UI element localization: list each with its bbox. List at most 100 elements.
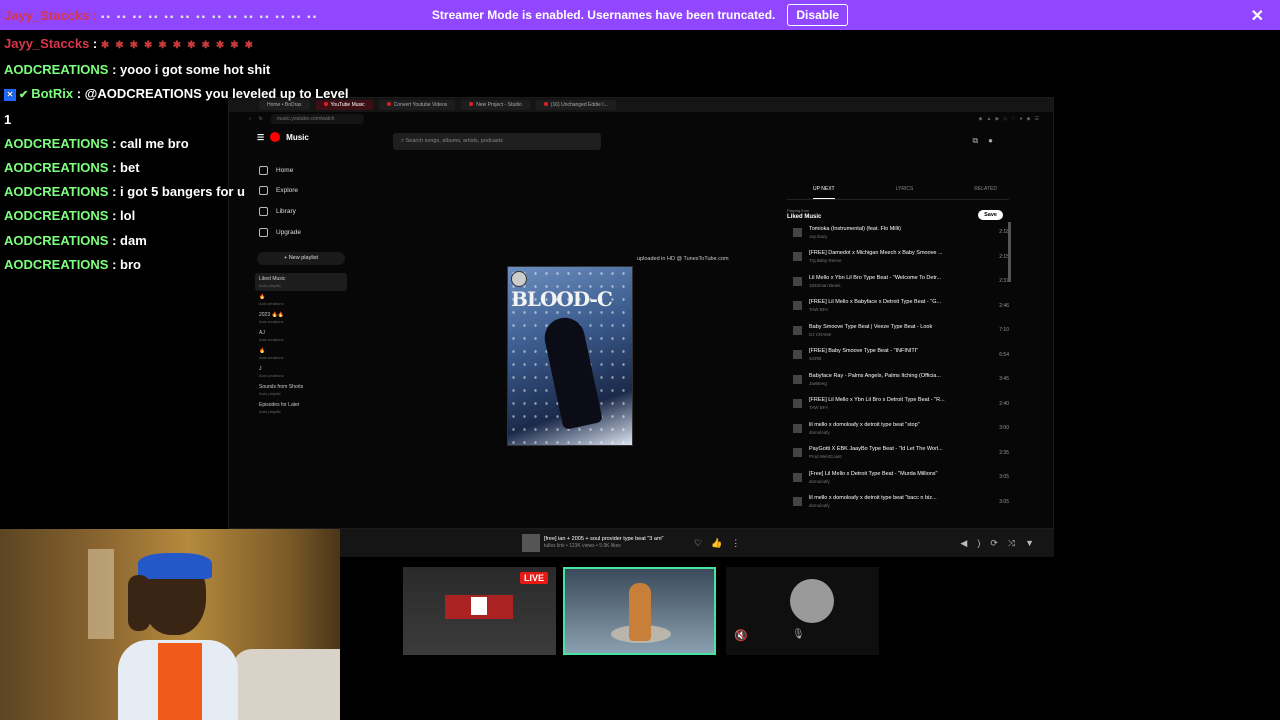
queue-item[interactable]: [Free] Lil Mello x Detroit Type Beat - "…	[787, 465, 1009, 490]
banner-message: Streamer Mode is enabled. Usernames have…	[431, 8, 776, 22]
browser-tab-active[interactable]: YouTube Music	[315, 100, 373, 110]
queue-duration: 6:54	[999, 351, 1009, 358]
queue-thumbnail	[793, 301, 802, 311]
now-playing-thumbnail[interactable]	[522, 534, 540, 552]
chat-line: ✕ ✔ BotRix : @AODCREATIONS you leveled up …	[4, 82, 348, 107]
queue-artist: domoloafy	[809, 478, 830, 484]
queue-duration: 2:18	[999, 229, 1009, 236]
webcam-feed	[0, 529, 340, 720]
queue-item[interactable]: Baby Smoove Type Beat | Veeze Type Beat …	[787, 318, 1009, 343]
extension-icons[interactable]: ◆▲▶◇♡●◆☰	[979, 116, 1043, 122]
queue-duration: 3:45	[999, 376, 1009, 383]
save-button[interactable]: Save	[978, 210, 1003, 220]
stream-card-selected[interactable]	[563, 567, 716, 655]
chat-username: AODCREATIONS	[4, 184, 109, 200]
queue-scrollbar[interactable]	[1008, 222, 1011, 282]
search-input[interactable]: ⌕ Search songs, albums, artists, podcast…	[393, 133, 601, 150]
queue-artist: TAW BFA	[809, 307, 829, 313]
chat-line: AODCREATIONS : yooo i got some hot shit	[4, 58, 324, 82]
queue-item[interactable]: Babyface Ray - Palms Angels, Palms Itchi…	[787, 367, 1009, 392]
queue-item[interactable]: [FREE] Damedot x Michigan Meech x Baby S…	[787, 245, 1009, 270]
now-playing-title[interactable]: [free] ian + 2005 + soul provider type b…	[544, 536, 694, 543]
queue-thumbnail	[793, 227, 802, 237]
queue-title: Tomioka (Instrumental) (feat. Flo Milli)	[809, 225, 901, 232]
queue-thumbnail	[793, 325, 802, 335]
queue-item[interactable]: Tomioka (Instrumental) (feat. Flo Milli)…	[787, 220, 1009, 245]
queue-artist: TAW BFA	[809, 405, 829, 411]
header-icons[interactable]: ⧉●	[972, 136, 1003, 146]
chat-line: AODCREATIONS : lol	[4, 204, 324, 228]
check-badge-icon: ✔	[19, 89, 29, 102]
queue-title: [FREE] Lil Mello x Babyface x Detroit Ty…	[809, 299, 942, 306]
chat-message: : @AODCREATIONS you leveled up to Level	[73, 86, 349, 102]
queue-thumbnail	[793, 497, 802, 507]
queue-duration: 3:00	[999, 425, 1009, 432]
tab-related[interactable]: RELATED	[974, 186, 997, 199]
playlist-item[interactable]: AJ Aod creations	[255, 327, 350, 345]
album-seal	[511, 271, 527, 287]
queue-item[interactable]: [FREE] Baby Smoove Type Beat - "INFINITI…	[787, 343, 1009, 368]
playlist-item[interactable]: 2023 🔥🔥 Aod creations	[255, 309, 350, 327]
chevron-down-icon: ▼	[1025, 537, 1044, 548]
queue-title: lil mello x domoloafy x detroit type bea…	[809, 495, 937, 502]
playlist-item[interactable]: 🔥 Aod creations	[255, 291, 350, 309]
disable-button[interactable]: Disable	[787, 4, 849, 26]
bot-badge-icon: ✕	[4, 88, 16, 101]
chat-message: : bet	[108, 160, 140, 176]
queue-thumbnail	[793, 472, 802, 482]
queue-artist: domoloafy	[809, 429, 830, 435]
queue-item[interactable]: lil mello x domoloafy x detroit type bea…	[787, 416, 1009, 441]
queue-artist: Prod.WestCoast	[809, 454, 842, 460]
queue-title: PayGotti X EBK JaayBo Type Beat - "Id Le…	[809, 446, 943, 453]
queue-title: Babyface Ray - Palms Angels, Palms Itchi…	[809, 372, 941, 379]
chat-line: AODCREATIONS : dam	[4, 229, 324, 253]
chat-username: Jayy_Staccks	[4, 8, 90, 23]
more-icon: ⋮	[731, 537, 750, 548]
queue-artist: 1832man Beats	[809, 282, 841, 288]
shuffle-icon: ⤨	[1007, 537, 1026, 548]
queue-item[interactable]: PayGotti X EBK JaayBo Type Beat - "Id Le…	[787, 441, 1009, 466]
queue-title: [FREE] Lil Mello x Ybn Lil Bro x Detroit…	[809, 397, 945, 404]
browser-tab[interactable]: (16) Unchanged Eddie I...	[535, 100, 616, 110]
queue-item[interactable]: [FREE] Lil Mello x Ybn Lil Bro x Detroit…	[787, 392, 1009, 417]
browser-tab[interactable]: New Project - Studio	[461, 100, 530, 110]
chat-username: AODCREATIONS	[4, 208, 109, 224]
browser-tabs: Home • BoDrax YouTube Music Convert Yout…	[229, 98, 1053, 112]
stream-card[interactable]: 🔇 🎙	[726, 567, 879, 655]
playlist-item[interactable]: J Aod creations	[255, 363, 350, 381]
queue-item[interactable]: [FREE] Lil Mello x Babyface x Detroit Ty…	[787, 294, 1009, 319]
tab-lyrics[interactable]: LYRICS	[896, 186, 914, 199]
queue-item[interactable]: Lil Mello x Ybn Lil Bro Type Beat - "Wel…	[787, 269, 1009, 294]
playlist-item[interactable]: 🔥 Aod creations	[255, 345, 350, 363]
queue-artist: Jay Eazy	[809, 233, 828, 239]
tab-up-next[interactable]: UP NEXT	[813, 186, 835, 199]
chat-message: : dam	[108, 232, 147, 248]
emote-row: ✱✱✱✱✱✱✱✱✱✱✱	[100, 40, 260, 51]
queue-duration: 2:40	[999, 400, 1009, 407]
chat-message: : i got 5 bangers for u	[108, 184, 245, 200]
dislike-icon: ♡	[694, 537, 712, 548]
queue-artist: domoloafy	[809, 503, 830, 509]
chat-message: : yooo i got some hot shit	[108, 62, 271, 78]
queue-duration: 3:05	[999, 498, 1009, 505]
queue-thumbnail	[793, 448, 802, 458]
queue-artist: SSRB	[809, 356, 822, 362]
queue-title: [Free] Lil Mello x Detroit Type Beat - "…	[809, 470, 938, 477]
queue-item[interactable]: lil mello x domoloafy x detroit type bea…	[787, 490, 1009, 515]
playlist-item[interactable]: Episodes for Later Auto playlist	[255, 399, 350, 417]
rating-controls[interactable]: ♡👍⋮	[694, 538, 749, 549]
queue-duration: 3:05	[999, 474, 1009, 481]
chat-line: AODCREATIONS : bet	[4, 156, 324, 180]
close-icon[interactable]: ✕	[1251, 6, 1264, 26]
stream-card-live[interactable]: LIVE	[403, 567, 556, 655]
browser-tab[interactable]: Convert Youtube Videos	[378, 100, 456, 110]
queue-title: [FREE] Damedot x Michigan Meech x Baby S…	[809, 250, 943, 257]
queue-artist: Trg Baby Reece	[809, 258, 842, 264]
chat-username: AODCREATIONS	[4, 232, 109, 248]
player-right-controls[interactable]: ◀)⟳⤨▼	[960, 538, 1044, 549]
chat-username: AODCREATIONS	[4, 160, 109, 176]
queue-duration: 2:37	[999, 278, 1009, 285]
chat-username: AODCREATIONS	[4, 256, 109, 272]
chat-line: 1	[4, 108, 324, 132]
playlist-item[interactable]: Sounds from Shorts Auto playlist	[255, 381, 350, 399]
